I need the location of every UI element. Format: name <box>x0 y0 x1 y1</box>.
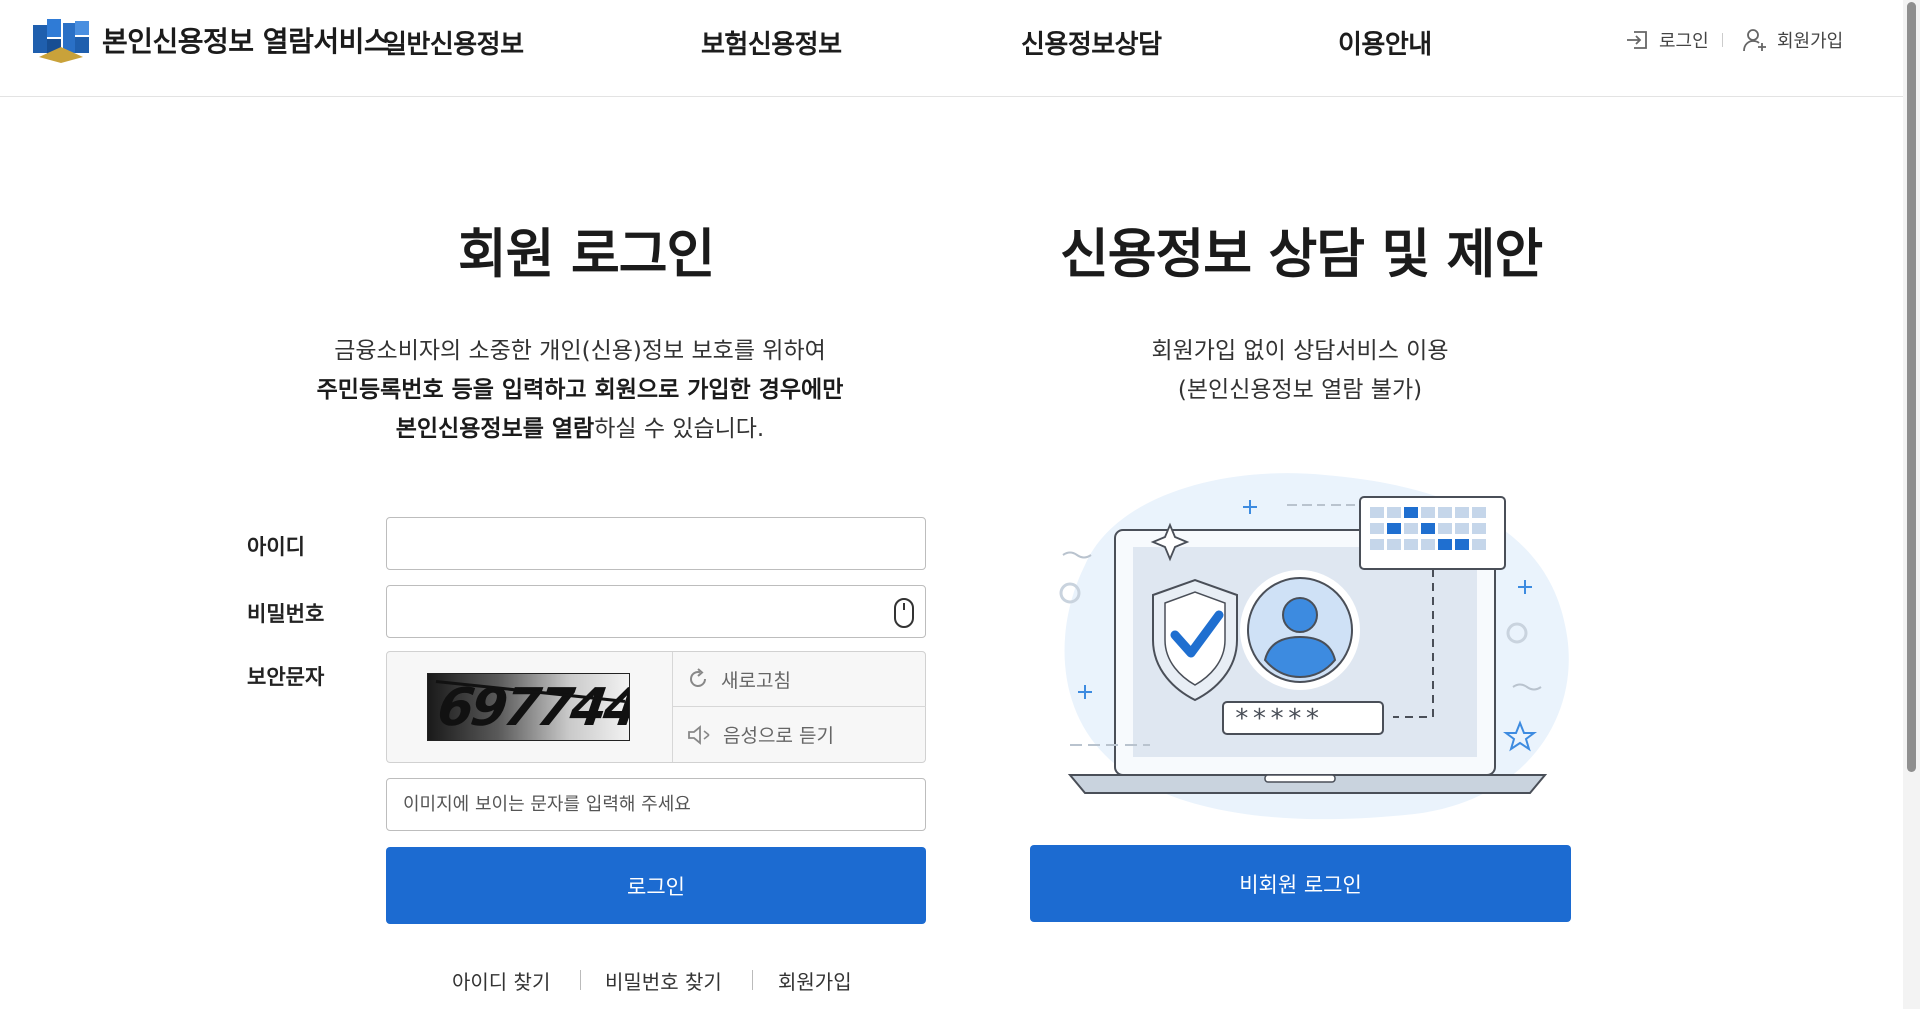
password-input[interactable] <box>386 585 926 638</box>
audio-label: 음성으로 듣기 <box>723 725 834 747</box>
login-button[interactable]: 로그인 <box>386 847 926 924</box>
desc-line-2: 주민등록번호 등을 입력하고 회원으로 가입한 경우에만 <box>316 377 844 403</box>
login-icon <box>1627 31 1647 49</box>
desc-line-1: 금융소비자의 소중한 개인(신용)정보 보호를 위하여 <box>334 338 826 364</box>
user-plus-icon <box>1743 29 1766 52</box>
consult-description: 회원가입 없이 상담서비스 이용 (본인신용정보 열람 불가) <box>1000 332 1600 410</box>
captcha-image-text: 697744 <box>433 678 630 738</box>
header-login-link[interactable]: 로그인 <box>1625 27 1709 53</box>
nav-insurance-credit[interactable]: 보험신용정보 <box>701 24 842 61</box>
id-label: 아이디 <box>247 535 305 559</box>
refresh-icon <box>690 668 706 687</box>
logo-icon[interactable] <box>33 17 89 63</box>
captcha-actions: 새로고침 음성으로 듣기 <box>672 652 926 762</box>
captcha-audio-button[interactable]: 음성으로 듣기 <box>673 707 926 762</box>
header-login-label: 로그인 <box>1659 31 1709 52</box>
find-id-link[interactable]: 아이디 찾기 <box>452 966 550 995</box>
security-login-illustration: ***** <box>1059 473 1569 820</box>
refresh-label: 새로고침 <box>721 669 791 692</box>
site-title[interactable]: 본인신용정보 열람서비스 <box>102 20 390 60</box>
link-divider-1 <box>580 970 581 990</box>
captcha-input[interactable] <box>386 778 926 831</box>
desc-line-3-bold: 본인신용정보를 열람 <box>395 416 595 442</box>
nav-general-credit[interactable]: 일반신용정보 <box>383 24 524 61</box>
consult-desc-line-1: 회원가입 없이 상담서비스 이용 <box>1151 338 1449 364</box>
header-join-link[interactable]: 회원가입 <box>1743 27 1843 53</box>
mouse-icon[interactable] <box>893 597 915 629</box>
captcha-image: 697744 <box>427 673 630 741</box>
util-divider <box>1722 33 1723 47</box>
link-divider-2 <box>752 970 753 990</box>
top-header: 본인신용정보 열람서비스 일반신용정보 보험신용정보 신용정보상담 이용안내 로… <box>0 0 1903 97</box>
guest-login-button[interactable]: 비회원 로그인 <box>1030 845 1571 922</box>
consult-title: 신용정보 상담 및 제안 <box>1060 224 1543 285</box>
id-input[interactable] <box>386 517 926 570</box>
captcha-box: 697744 새로고침 음성으로 듣기 <box>386 651 926 763</box>
page-scrollbar[interactable] <box>1903 0 1920 1009</box>
password-label: 비밀번호 <box>247 602 325 626</box>
user-avatar-icon <box>1240 570 1360 690</box>
desc-line-3-rest: 하실 수 있습니다. <box>594 416 765 442</box>
join-link[interactable]: 회원가입 <box>778 966 852 995</box>
find-password-link[interactable]: 비밀번호 찾기 <box>605 966 722 995</box>
nav-guide[interactable]: 이용안내 <box>1338 24 1432 61</box>
illustration-mask: ***** <box>1234 704 1322 734</box>
header-join-label: 회원가입 <box>1777 31 1844 52</box>
captcha-label: 보안문자 <box>247 665 325 689</box>
scrollbar-thumb[interactable] <box>1907 2 1916 772</box>
speaker-icon <box>688 724 710 745</box>
nav-credit-consult[interactable]: 신용정보상담 <box>1021 24 1162 61</box>
consult-desc-line-2: (본인신용정보 열람 불가) <box>1177 377 1423 403</box>
member-login-description: 금융소비자의 소중한 개인(신용)정보 보호를 위하여 주민등록번호 등을 입력… <box>280 332 880 449</box>
member-login-title: 회원 로그인 <box>458 224 715 285</box>
captcha-refresh-button[interactable]: 새로고침 <box>673 652 926 707</box>
